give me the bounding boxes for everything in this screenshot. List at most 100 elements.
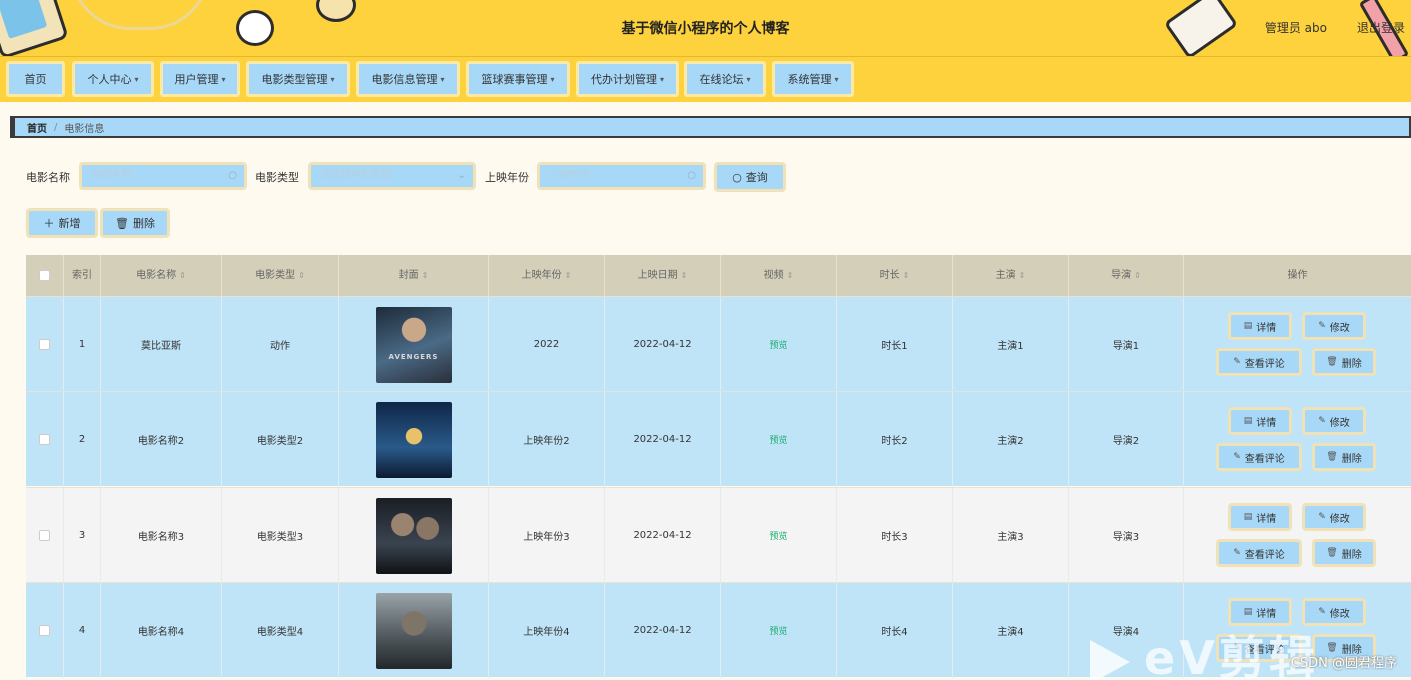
sort-icon[interactable]: ⇕ [903,271,910,280]
view-comments-button[interactable]: ✎ 查看评论 [1216,348,1302,376]
column-header[interactable]: 电影类型 ⇕ [222,255,339,296]
cover-cell [339,392,489,487]
sort-icon[interactable]: ⇕ [422,271,429,280]
movie-cover-image[interactable] [375,497,452,574]
nav-label: 代办计划管理 [590,73,657,86]
movie-type-label: 电影类型 [255,171,299,184]
video-preview-link[interactable]: 预览 [721,488,837,583]
button-label: 详情 [1256,608,1277,620]
edit-button[interactable]: ✎ 修改 [1302,503,1366,531]
batch-delete-button[interactable]: 🗑 删除 [100,208,170,238]
view-comments-button[interactable]: ✎ 查看评论 [1216,443,1302,471]
column-header: 操作 [1184,255,1411,296]
cover-cell: AVENGERS [339,297,489,392]
row-checkbox[interactable] [39,339,50,350]
app-title: 基于微信小程序的个人博客 [621,21,790,37]
row-checkbox[interactable] [39,625,50,636]
column-title: 操作 [1287,270,1308,281]
table-row: 3 电影名称3 电影类型3 上映年份3 2022-04-12 预览 时长3 主演3 导演3 ▤ 详情… [26,487,1411,583]
column-header[interactable]: 主演 ⇕ [953,255,1069,296]
sort-icon[interactable]: ⇕ [681,271,688,280]
breadcrumb-home[interactable]: 首页 [27,120,47,135]
movie-type-cell: 动作 [222,297,339,392]
app-header: 基于微信小程序的个人博客 管理员 abo 退出登录 [0,0,1411,56]
nav-item-user-management[interactable]: 用户管理 ▾ [160,61,240,97]
nav-item-todo-management[interactable]: 代办计划管理 ▾ [576,61,679,97]
nav-item-online-forum[interactable]: 在线论坛 ▾ [684,61,766,97]
view-comments-button[interactable]: ✎ 查看评论 [1216,539,1302,567]
detail-button[interactable]: ▤ 详情 [1228,503,1292,531]
nav-item-personal-center[interactable]: 个人中心 ▾ [72,61,154,97]
lead-actor-cell: 主演1 [953,297,1069,392]
column-header[interactable]: 视频 ⇕ [721,255,837,296]
document-icon: ▤ [1243,416,1253,426]
video-preview-link[interactable]: 预览 [721,583,837,678]
nav-label: 用户管理 [174,73,219,86]
detail-button[interactable]: ▤ 详情 [1228,312,1292,340]
movie-cover-image[interactable]: AVENGERS [375,306,452,383]
edit-button[interactable]: ✎ 修改 [1302,407,1366,435]
movie-name-input[interactable]: 电影名称 ○ [79,162,247,190]
add-label: 新增 [58,217,81,230]
sort-icon[interactable]: ⇕ [179,271,186,280]
sort-icon[interactable]: ⇕ [1134,271,1141,280]
main-nav: 首页 个人中心 ▾ 用户管理 ▾ 电影类型管理 ▾ 电影信息管理 ▾ 篮球赛事管理 ▾ 代… [0,56,1411,102]
video-preview-link[interactable]: 预览 [721,297,837,392]
column-title: 索引 [72,270,92,281]
chevron-down-icon: ⌄ [457,170,466,181]
movie-type-select[interactable]: 请选择电影类型 ⌄ [308,162,476,190]
row-checkbox[interactable] [39,434,50,445]
column-header[interactable]: 上映日期 ⇕ [605,255,721,296]
sort-icon[interactable]: ⇕ [298,271,305,280]
movie-name-cell: 电影名称3 [101,488,222,583]
video-preview-link[interactable]: 预览 [721,392,837,487]
select-all-checkbox[interactable] [39,270,50,281]
column-header[interactable]: 电影名称 ⇕ [101,255,222,296]
delete-button[interactable]: 🗑 删除 [1312,539,1376,567]
pencil-icon: ✎ [1318,416,1326,426]
column-header[interactable]: 时长 ⇕ [837,255,953,296]
director-cell: 导演3 [1069,488,1184,583]
nav-item-home[interactable]: 首页 [6,61,65,97]
movie-type-placeholder: 请选择电影类型 [321,170,391,181]
sort-icon[interactable]: ⇕ [1019,271,1026,280]
column-title: 上映日期 [637,270,678,281]
breadcrumb: 首页 / 电影信息 [10,116,1411,138]
movie-name-cell: 电影名称2 [101,392,222,487]
delete-button[interactable]: 🗑 删除 [1312,348,1376,376]
add-button[interactable]: ＋ 新增 [26,208,98,238]
duration-cell: 时长4 [837,583,953,678]
sort-icon[interactable]: ⇕ [787,271,794,280]
edit-button[interactable]: ✎ 修改 [1302,312,1366,340]
release-year-cell: 上映年份3 [489,488,605,583]
nav-item-movie-info-management[interactable]: 电影信息管理 ▾ [356,61,460,97]
table-header: 索引 电影名称 ⇕ 电影类型 ⇕ 封面 ⇕ 上映年份 ⇕ 上映日期 ⇕ 视频 ⇕ 时长 ⇕ 主… [26,255,1411,296]
column-header[interactable]: 上映年份 ⇕ [489,255,605,296]
cover-title: AVENGERS [388,352,439,361]
button-label: 详情 [1256,322,1277,334]
query-button[interactable]: ○ 查询 [714,162,786,192]
detail-button[interactable]: ▤ 详情 [1228,407,1292,435]
nav-item-system-management[interactable]: 系统管理 ▾ [772,61,854,97]
column-header[interactable]: 导演 ⇕ [1069,255,1184,296]
nav-item-movie-type-management[interactable]: 电影类型管理 ▾ [246,61,350,97]
nav-item-basketball-management[interactable]: 篮球赛事管理 ▾ [466,61,570,97]
sort-icon[interactable]: ⇕ [565,271,572,280]
movie-type-cell: 电影类型2 [222,392,339,487]
row-checkbox[interactable] [39,530,50,541]
document-icon: ▤ [1243,607,1253,617]
movie-cover-image[interactable] [375,592,452,669]
search-icon: ○ [228,170,237,181]
chevron-down-icon: ▾ [440,74,445,84]
pencil-icon: ✎ [1233,357,1241,367]
pencil-icon: ✎ [1233,452,1241,462]
trash-icon: 🗑 [1326,452,1338,462]
logout-link[interactable]: 退出登录 [1357,19,1405,36]
movie-cover-image[interactable] [375,401,452,478]
chevron-down-icon: ▾ [834,74,839,84]
column-title: 电影类型 [255,270,296,281]
release-year-input[interactable]: 上映年份 ○ [537,162,706,190]
column-header[interactable]: 封面 ⇕ [339,255,489,296]
breadcrumb-separator: / [54,121,58,133]
delete-button[interactable]: 🗑 删除 [1312,443,1376,471]
